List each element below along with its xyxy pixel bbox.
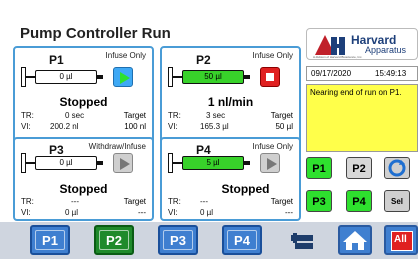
tr-label: TR: xyxy=(168,111,181,120)
target-label: Target xyxy=(270,111,293,120)
time: 15:49:13 xyxy=(375,69,407,78)
pump-select-p1[interactable]: P1 xyxy=(306,157,332,179)
tr-value: --- xyxy=(200,197,208,206)
syringe-gauge: 0 µl xyxy=(17,153,107,173)
pump-mode: Infuse Only xyxy=(105,51,146,60)
pump-select-p3[interactable]: P3 xyxy=(306,190,332,212)
pump-mode: Infuse Only xyxy=(252,51,293,60)
home-icon[interactable] xyxy=(338,225,372,255)
syringe-gauge: 5 µl xyxy=(164,153,254,173)
stop-button[interactable] xyxy=(260,67,280,87)
pump-select-p4[interactable]: P4 xyxy=(346,190,372,212)
tab-p4[interactable]: P4 xyxy=(222,225,262,255)
pump-status: 1 nl/min xyxy=(207,95,254,109)
target-label: Target xyxy=(123,197,146,206)
target-value: 50 µl xyxy=(275,122,293,131)
select-button[interactable]: Sel xyxy=(384,190,410,212)
pump-id: P2 xyxy=(196,53,211,67)
syringe-gauge: 50 µl xyxy=(164,67,254,87)
vi-label: VI: xyxy=(168,122,178,131)
stop-all-icon: All xyxy=(391,231,413,251)
pump-panel-p4[interactable]: P4 Infuse Only 5 µl Stopped TR: --- Targ… xyxy=(160,137,301,221)
run-button[interactable] xyxy=(113,153,133,173)
settings-icon[interactable] xyxy=(289,231,317,255)
stop-all-label: All xyxy=(394,234,407,245)
vi-label: VI: xyxy=(168,208,178,217)
stop-all-button[interactable]: All xyxy=(384,225,418,255)
date-time-display: 09/17/2020 15:49:13 xyxy=(306,66,418,81)
run-button[interactable] xyxy=(113,67,133,87)
tr-value: --- xyxy=(71,197,79,206)
pump-select-p2[interactable]: P2 xyxy=(346,157,372,179)
target-label: Target xyxy=(123,111,146,120)
pump-status: Stopped xyxy=(59,182,108,196)
syringe-volume: 0 µl xyxy=(35,156,97,170)
date: 09/17/2020 xyxy=(311,69,352,78)
syringe-volume: 0 µl xyxy=(35,70,97,84)
target-value: 100 nl xyxy=(124,122,146,131)
brand-line2: Apparatus xyxy=(365,45,407,55)
vi-label: VI: xyxy=(21,208,31,217)
vi-value: 0 µl xyxy=(65,208,79,217)
pump-status: Stopped xyxy=(59,95,108,109)
pump-mode: Withdraw/Infuse xyxy=(88,142,146,151)
target-value: --- xyxy=(285,208,293,217)
message-text: Nearing end of run on P1. xyxy=(310,88,402,97)
select-label: Sel xyxy=(390,197,403,206)
pump-panel-p3[interactable]: P3 Withdraw/Infuse 0 µl Stopped TR: --- … xyxy=(13,137,154,221)
harvard-apparatus-logo: Harvard Apparatus A division of Harvard … xyxy=(306,28,418,60)
refresh-icon[interactable] xyxy=(384,157,410,179)
tr-value: 3 sec xyxy=(206,111,226,120)
vi-value: 200.2 nl xyxy=(50,122,79,131)
pump-status: Stopped xyxy=(221,182,270,196)
message-box: Nearing end of run on P1. xyxy=(306,84,418,152)
syringe-gauge: 0 µl xyxy=(17,67,107,87)
syringe-volume: 50 µl xyxy=(182,70,244,84)
vi-value: 0 µl xyxy=(200,208,214,217)
ha-logo-icon xyxy=(313,33,347,57)
tr-label: TR: xyxy=(21,111,34,120)
vi-label: VI: xyxy=(21,122,31,131)
tab-p2[interactable]: P2 xyxy=(94,225,134,255)
pump-mode: Infuse Only xyxy=(252,142,293,151)
tr-label: TR: xyxy=(21,197,34,206)
tab-p3[interactable]: P3 xyxy=(158,225,198,255)
run-button[interactable] xyxy=(260,153,280,173)
tr-value: 0 sec xyxy=(65,111,85,120)
pump-id: P4 xyxy=(196,143,211,157)
target-value: --- xyxy=(138,208,146,217)
tab-p1[interactable]: P1 xyxy=(30,225,70,255)
vi-value: 165.3 µl xyxy=(200,122,229,131)
pump-id: P1 xyxy=(49,53,64,67)
page-title: Pump Controller Run xyxy=(20,25,171,42)
brand-tagline: A division of Harvard Bioscience, Inc. xyxy=(313,55,363,59)
syringe-volume: 5 µl xyxy=(182,156,244,170)
tr-label: TR: xyxy=(168,197,181,206)
pump-id: P3 xyxy=(49,143,64,157)
target-label: Target xyxy=(270,197,293,206)
